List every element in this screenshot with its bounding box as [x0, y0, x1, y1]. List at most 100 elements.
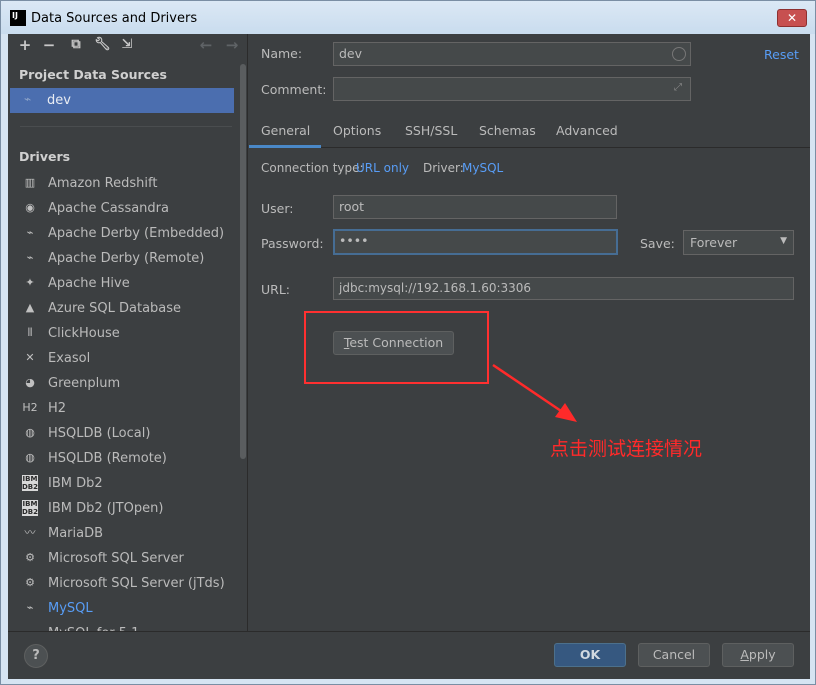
driver-icon: ✦	[25, 276, 35, 289]
driver-label: Amazon Redshift	[48, 176, 158, 191]
driver-label: Exasol	[48, 351, 91, 366]
driver-item[interactable]: ⚙ Microsoft SQL Server (jTds)	[8, 571, 238, 596]
driver-label: ClickHouse	[48, 326, 120, 341]
footer-bar: ? OK Cancel Apply	[8, 631, 810, 679]
test-connection-button[interactable]: Test Connection	[333, 331, 454, 355]
driver-item[interactable]: ⦀ ClickHouse	[8, 321, 238, 346]
driver-item[interactable]: H2 H2	[8, 396, 238, 421]
driver-label: Driver:	[423, 161, 464, 175]
import-icon[interactable]: ⇲	[119, 37, 135, 53]
name-label: Name:	[261, 46, 303, 61]
plus-icon[interactable]: +	[17, 37, 33, 53]
project-data-sources-title: Project Data Sources	[19, 67, 167, 82]
save-label: Save:	[640, 236, 675, 251]
password-value: ••••	[339, 233, 369, 248]
url-label: URL:	[261, 282, 291, 297]
driver-item[interactable]: ◍ HSQLDB (Remote)	[8, 446, 238, 471]
driver-label: HSQLDB (Local)	[48, 426, 151, 441]
driver-item[interactable]: ✦ Apache Hive	[8, 271, 238, 296]
driver-item[interactable]: ⌁MySQL for 5.1	[8, 621, 238, 631]
driver-label: HSQLDB (Remote)	[48, 451, 167, 466]
driver-item[interactable]: IBM DB2 IBM Db2 (JTOpen)	[8, 496, 238, 521]
connection-type-label: Connection type:	[261, 161, 364, 175]
minus-icon[interactable]: −	[41, 37, 57, 53]
comment-label: Comment:	[261, 82, 327, 97]
drivers-title: Drivers	[19, 149, 71, 164]
driver-label: H2	[48, 401, 67, 416]
save-value: Forever	[690, 235, 738, 250]
user-input[interactable]: root	[333, 195, 617, 219]
reset-link[interactable]: Reset	[764, 47, 799, 62]
password-input[interactable]: ••••	[333, 229, 618, 255]
driver-item[interactable]: ⌁ MySQL	[8, 596, 238, 621]
color-circle-icon[interactable]	[672, 47, 686, 61]
driver-icon: ⌁	[26, 601, 34, 614]
wrench-icon[interactable]: 🔧︎	[94, 37, 111, 53]
driver-item[interactable]: 〰 MariaDB	[8, 521, 238, 546]
driver-icon: ⌁	[26, 251, 34, 264]
tab-ssh-ssl[interactable]: SSH/SSL	[405, 123, 457, 138]
ok-button[interactable]: OK	[554, 643, 626, 667]
driver-item[interactable]: ◉ Apache Cassandra	[8, 196, 238, 221]
settings-panel: Name: dev Reset Comment: ⤢ General Optio…	[249, 34, 810, 631]
driver-link[interactable]: MySQL	[462, 161, 503, 175]
dialog-window: IJ Data Sources and Drivers ✕ + − ⧉ 🔧︎ ⇲…	[0, 0, 816, 685]
data-sources-panel: + − ⧉ 🔧︎ ⇲ ← → Project Data Sources ⌁ de…	[8, 34, 248, 631]
driver-item[interactable]: ⌁ Apache Derby (Embedded)	[8, 221, 238, 246]
comment-input[interactable]	[333, 77, 691, 101]
url-input[interactable]: jdbc:mysql://192.168.1.60:3306	[333, 277, 794, 300]
driver-item[interactable]: ✕ Exasol	[8, 346, 238, 371]
driver-label: IBM Db2 (JTOpen)	[48, 501, 164, 516]
annotation-text: 点击测试连接情况	[550, 438, 703, 460]
driver-item[interactable]: ▥ Amazon Redshift	[8, 171, 238, 196]
tab-options[interactable]: Options	[333, 123, 381, 138]
driver-label: IBM Db2	[48, 476, 103, 491]
driver-label: Apache Cassandra	[48, 201, 169, 216]
scrollbar[interactable]	[240, 64, 246, 459]
cancel-button[interactable]: Cancel	[638, 643, 710, 667]
name-input[interactable]: dev	[333, 42, 691, 66]
driver-label: Apache Derby (Embedded)	[48, 226, 225, 241]
driver-item[interactable]: ▲ Azure SQL Database	[8, 296, 238, 321]
window-title: Data Sources and Drivers	[31, 11, 198, 26]
driver-icon: ✕	[25, 351, 35, 364]
mysql-dolphin-icon: ⌁	[24, 92, 32, 106]
driver-item[interactable]: ◕ Greenplum	[8, 371, 238, 396]
tab-schemas[interactable]: Schemas	[479, 123, 536, 138]
driver-item[interactable]: ⚙ Microsoft SQL Server	[8, 546, 238, 571]
driver-item[interactable]: IBM DB2 IBM Db2	[8, 471, 238, 496]
expand-icon[interactable]: ⤢	[674, 82, 682, 93]
close-button[interactable]: ✕	[777, 9, 807, 27]
active-tab-indicator	[249, 145, 321, 148]
tab-general[interactable]: General	[261, 123, 310, 138]
driver-item[interactable]: ◍ HSQLDB (Local)	[8, 421, 238, 446]
title-bar: IJ Data Sources and Drivers ✕	[1, 1, 815, 34]
copy-icon[interactable]: ⧉	[68, 37, 84, 53]
chevron-down-icon: ▼	[780, 236, 787, 246]
driver-icon: IBM DB2	[22, 500, 39, 516]
name-value: dev	[339, 46, 363, 61]
apply-mnemonic: A	[740, 647, 749, 662]
save-select[interactable]: Forever ▼	[683, 230, 794, 255]
tab-bar: General Options SSH/SSL Schemas Advanced	[249, 114, 810, 148]
driver-label: Apache Hive	[48, 276, 130, 291]
annotation-arrow	[492, 363, 577, 422]
driver-label: Greenplum	[48, 376, 121, 391]
intellij-app-icon: IJ	[10, 10, 26, 26]
project-item-label: dev	[47, 93, 71, 108]
test-connection-label: est Connection	[349, 335, 444, 350]
driver-label: Microsoft SQL Server (jTds)	[48, 576, 225, 591]
help-button[interactable]: ?	[24, 644, 48, 668]
tab-advanced[interactable]: Advanced	[556, 123, 618, 138]
back-arrow-icon[interactable]: ←	[198, 37, 214, 53]
connection-type-link[interactable]: URL only	[356, 161, 409, 175]
driver-label: Apache Derby (Remote)	[48, 251, 205, 266]
apply-button[interactable]: Apply	[722, 643, 794, 667]
forward-arrow-icon[interactable]: →	[224, 37, 240, 53]
driver-label: Microsoft SQL Server	[48, 551, 184, 566]
driver-item[interactable]: ⌁ Apache Derby (Remote)	[8, 246, 238, 271]
driver-label: Azure SQL Database	[48, 301, 182, 316]
driver-icon: ◍	[25, 426, 35, 439]
project-item-dev[interactable]: ⌁ dev	[10, 88, 234, 113]
driver-icon: ◍	[25, 451, 35, 464]
